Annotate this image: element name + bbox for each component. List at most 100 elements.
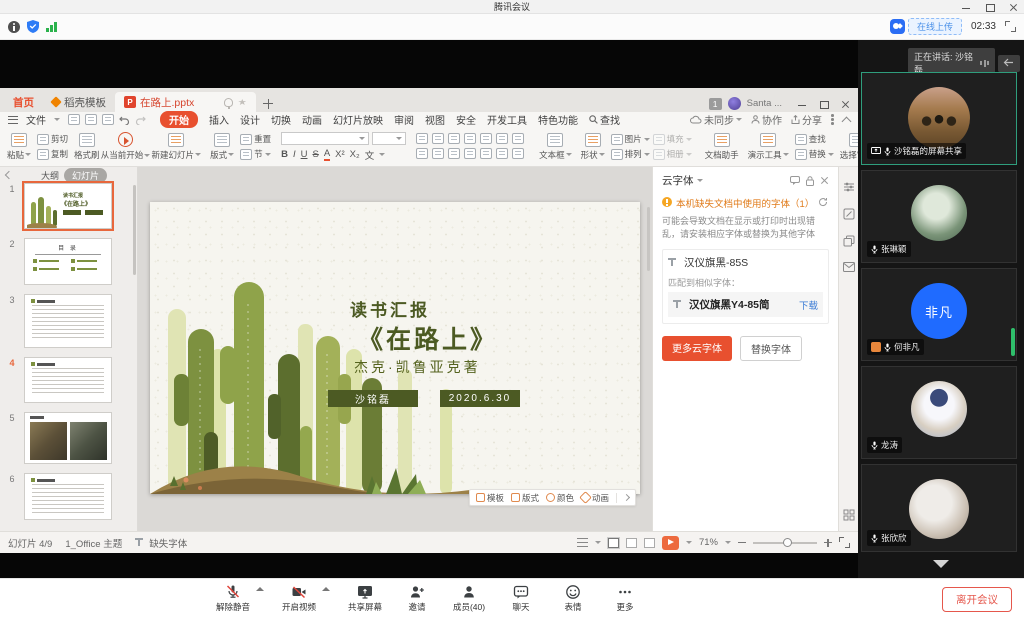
menu-animation[interactable]: 动画 xyxy=(302,112,322,127)
close-panel-icon[interactable] xyxy=(820,176,829,185)
wps-close-icon[interactable] xyxy=(840,98,852,110)
undo-icon[interactable] xyxy=(119,115,130,125)
copy-button[interactable]: 复制 xyxy=(37,148,68,160)
chat-button[interactable]: 聊天 xyxy=(504,584,538,613)
indent-icon[interactable] xyxy=(464,133,476,144)
find-button[interactable]: 查找 xyxy=(795,133,834,145)
invite-button[interactable]: 邀请 xyxy=(400,584,434,613)
slides-tab[interactable]: 幻灯片 xyxy=(64,168,107,183)
notes-icon[interactable] xyxy=(577,538,588,547)
print-preview-icon[interactable] xyxy=(102,114,114,125)
reading-view-button[interactable] xyxy=(644,538,655,548)
align-right-icon[interactable] xyxy=(448,148,460,159)
justify-icon[interactable] xyxy=(464,148,476,159)
mic-options-caret[interactable] xyxy=(256,587,264,591)
replace-button[interactable]: 替换 xyxy=(795,148,834,160)
wps-restore-icon[interactable] xyxy=(818,98,830,110)
new-slide-button[interactable]: 新建幻灯片 xyxy=(149,133,205,161)
canvas-scrollbar[interactable] xyxy=(647,207,650,271)
menu-features[interactable]: 特色功能 xyxy=(538,112,578,127)
download-link[interactable]: 下载 xyxy=(799,298,818,312)
align-left-icon[interactable] xyxy=(416,148,428,159)
play-caret-icon[interactable] xyxy=(686,541,692,544)
collapse-sidebar-button[interactable] xyxy=(998,55,1020,72)
wps-tab-docer[interactable]: 稻壳模板 xyxy=(43,92,115,112)
menu-insert[interactable]: 插入 xyxy=(209,112,229,127)
menu-find[interactable]: 查找 xyxy=(589,112,620,127)
network-signal-icon[interactable] xyxy=(46,21,58,33)
feedback-bubble-icon[interactable] xyxy=(790,176,800,185)
meeting-info-icon[interactable] xyxy=(8,21,20,33)
normal-view-button[interactable] xyxy=(608,538,619,548)
fullscreen-icon[interactable] xyxy=(1005,21,1016,32)
quickbar-expand-icon[interactable] xyxy=(623,494,630,501)
font-size-select[interactable] xyxy=(372,132,406,145)
tips-bulb-icon[interactable] xyxy=(224,98,233,107)
menu-design[interactable]: 设计 xyxy=(240,112,260,127)
properties-sliders-icon[interactable] xyxy=(843,181,855,193)
menu-view[interactable]: 视图 xyxy=(425,112,445,127)
theme-name[interactable]: 1_Office 主题 xyxy=(65,536,122,550)
design-pencil-icon[interactable] xyxy=(843,208,855,220)
section-button[interactable]: 节 xyxy=(240,148,271,160)
album-button[interactable]: 相册 xyxy=(653,148,692,160)
textbox-button[interactable]: 文本框 xyxy=(536,133,575,161)
wps-user-avatar[interactable] xyxy=(728,97,741,110)
emoji-button[interactable]: 表情 xyxy=(556,584,590,613)
favorite-star-icon[interactable] xyxy=(237,97,247,107)
participant-tile-2[interactable]: 张琳颖 xyxy=(861,170,1017,263)
collapse-panel-icon[interactable] xyxy=(5,171,13,179)
missing-font-row[interactable]: 汉仪旗黑-85S xyxy=(668,255,823,270)
menu-home[interactable]: 开始 xyxy=(160,111,198,128)
text-tools-button[interactable]: 文 xyxy=(365,148,375,162)
quickbar-layout-button[interactable]: 版式 xyxy=(511,492,539,504)
text-direction-icon[interactable] xyxy=(512,133,524,144)
missing-font-status[interactable]: 缺失字体 xyxy=(135,536,187,550)
security-shield-icon[interactable] xyxy=(27,20,39,33)
outline-tab[interactable]: 大纲 xyxy=(41,169,59,182)
refresh-icon[interactable] xyxy=(818,197,828,207)
save-icon[interactable] xyxy=(68,114,80,125)
wps-tab-home[interactable]: 首页 xyxy=(4,92,43,112)
format-painter-button[interactable]: 格式刷 xyxy=(71,133,103,161)
video-options-caret[interactable] xyxy=(322,587,330,591)
more-button[interactable]: 更多 xyxy=(608,584,642,613)
outdent-icon[interactable] xyxy=(448,133,460,144)
message-count-badge[interactable]: 1 xyxy=(709,98,722,110)
bold-button[interactable]: B xyxy=(281,149,288,160)
thumbnail-scrollbar[interactable] xyxy=(133,185,136,275)
more-cloud-fonts-button[interactable]: 更多云字体 xyxy=(662,336,732,361)
minimize-icon[interactable] xyxy=(960,1,972,13)
slide-thumbnail-4[interactable] xyxy=(24,357,112,403)
menu-security[interactable]: 安全 xyxy=(456,112,476,127)
play-from-current-button[interactable]: 从当前开始 xyxy=(113,132,139,161)
align-middle-icon[interactable] xyxy=(496,148,508,159)
cut-button[interactable]: 剪切 xyxy=(37,133,68,145)
doc-assistant-button[interactable]: 文档助手 xyxy=(702,133,742,161)
leave-meeting-button[interactable]: 离开会议 xyxy=(942,587,1012,612)
slide-thumbnail-5[interactable] xyxy=(24,412,112,464)
start-video-button[interactable]: 开启视频 xyxy=(282,584,316,613)
align-center-icon[interactable] xyxy=(432,148,444,159)
zoom-out-icon[interactable] xyxy=(738,542,746,543)
more-participants-arrow[interactable] xyxy=(933,560,949,568)
file-menu[interactable]: 文件 xyxy=(26,112,46,127)
upload-badge-label[interactable]: 在线上传 xyxy=(908,18,962,35)
columns-icon[interactable] xyxy=(496,133,508,144)
share-screen-button[interactable]: 共享屏幕 xyxy=(348,584,382,613)
shape-button[interactable]: 形状 xyxy=(578,133,608,161)
collaborate-button[interactable]: 协作 xyxy=(751,112,782,127)
maximize-icon[interactable] xyxy=(984,1,996,13)
align-bottom-icon[interactable] xyxy=(512,148,524,159)
fit-slide-icon[interactable] xyxy=(839,537,850,548)
slide-thumbnail-6[interactable] xyxy=(24,473,112,520)
menu-devtools[interactable]: 开发工具 xyxy=(487,112,527,127)
quickbar-animation-button[interactable]: 动画 xyxy=(581,492,609,504)
slideshow-play-button[interactable] xyxy=(662,536,679,550)
app-upload-badge[interactable]: 在线上传 xyxy=(890,18,962,35)
quickbar-color-button[interactable]: 颜色 xyxy=(546,492,574,504)
pin-lock-icon[interactable] xyxy=(806,176,814,186)
slide-sorter-view-button[interactable] xyxy=(626,538,637,548)
layers-icon[interactable] xyxy=(843,235,855,247)
italic-button[interactable]: I xyxy=(293,149,296,160)
